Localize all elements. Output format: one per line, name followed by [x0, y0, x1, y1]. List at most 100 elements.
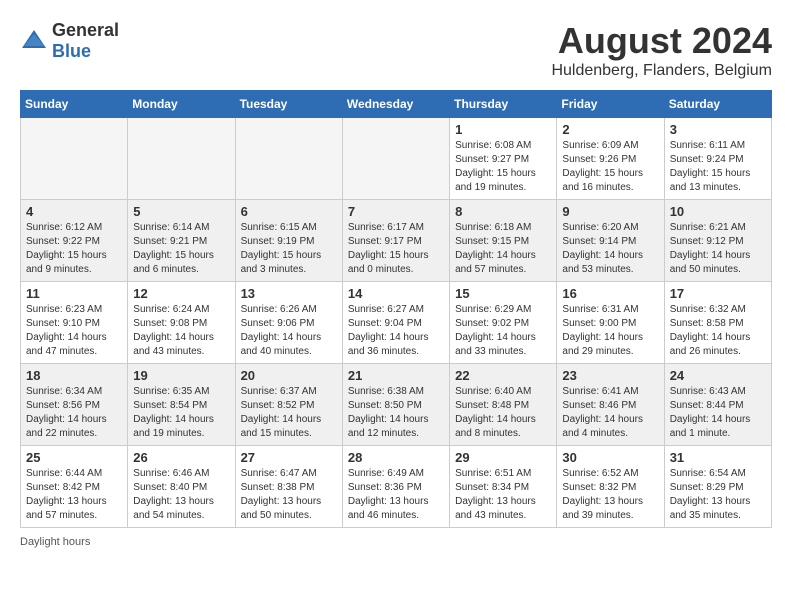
calendar-cell-8: 8 Sunrise: 6:18 AMSunset: 9:15 PMDaylight…: [450, 200, 557, 282]
day-info: Sunrise: 6:26 AMSunset: 9:06 PMDaylight:…: [241, 303, 337, 359]
day-number: 8: [455, 204, 551, 219]
day-number: 16: [562, 286, 658, 301]
calendar-cell-18: 18 Sunrise: 6:34 AMSunset: 8:56 PMDayligh…: [21, 364, 128, 446]
day-number: 27: [241, 450, 337, 465]
day-number: 17: [670, 286, 766, 301]
calendar-cell-1: 1 Sunrise: 6:08 AMSunset: 9:27 PMDaylight…: [450, 118, 557, 200]
header-sunday: Sunday: [21, 91, 128, 118]
day-number: 10: [670, 204, 766, 219]
day-info: Sunrise: 6:51 AMSunset: 8:34 PMDaylight:…: [455, 467, 551, 523]
day-info: Sunrise: 6:44 AMSunset: 8:42 PMDaylight:…: [26, 467, 122, 523]
day-info: Sunrise: 6:23 AMSunset: 9:10 PMDaylight:…: [26, 303, 122, 359]
calendar-cell-9: 9 Sunrise: 6:20 AMSunset: 9:14 PMDaylight…: [557, 200, 664, 282]
logo-general: General: [52, 20, 119, 40]
day-info: Sunrise: 6:09 AMSunset: 9:26 PMDaylight:…: [562, 139, 658, 195]
day-info: Sunrise: 6:12 AMSunset: 9:22 PMDaylight:…: [26, 221, 122, 277]
day-info: Sunrise: 6:32 AMSunset: 8:58 PMDaylight:…: [670, 303, 766, 359]
calendar-cell-empty: [128, 118, 235, 200]
calendar-cell-5: 5Sunrise: 6:14 AMSunset: 9:21 PMDaylight…: [128, 200, 235, 282]
day-number: 6: [241, 204, 337, 219]
calendar-cell-16: 16 Sunrise: 6:31 AMSunset: 9:00 PMDayligh…: [557, 282, 664, 364]
week-row-3: 11Sunrise: 6:23 AMSunset: 9:10 PMDayligh…: [21, 282, 772, 364]
calendar-cell-6: 6 Sunrise: 6:15 AMSunset: 9:19 PMDaylight…: [235, 200, 342, 282]
week-row-2: 4 Sunrise: 6:12 AMSunset: 9:22 PMDaylight…: [21, 200, 772, 282]
calendar-cell-11: 11Sunrise: 6:23 AMSunset: 9:10 PMDayligh…: [21, 282, 128, 364]
day-number: 4: [26, 204, 122, 219]
day-info: Sunrise: 6:47 AMSunset: 8:38 PMDaylight:…: [241, 467, 337, 523]
day-number: 31: [670, 450, 766, 465]
header-thursday: Thursday: [450, 91, 557, 118]
day-number: 9: [562, 204, 658, 219]
logo-text: General Blue: [52, 20, 119, 62]
day-info: Sunrise: 6:11 AMSunset: 9:24 PMDaylight:…: [670, 139, 766, 195]
header-monday: Monday: [128, 91, 235, 118]
day-number: 29: [455, 450, 551, 465]
calendar-cell-15: 15 Sunrise: 6:29 AMSunset: 9:02 PMDayligh…: [450, 282, 557, 364]
day-info: Sunrise: 6:20 AMSunset: 9:14 PMDaylight:…: [562, 221, 658, 277]
day-number: 19: [133, 368, 229, 383]
calendar-cell-12: 12Sunrise: 6:24 AMSunset: 9:08 PMDayligh…: [128, 282, 235, 364]
calendar-cell-30: 30Sunrise: 6:52 AMSunset: 8:32 PMDayligh…: [557, 446, 664, 528]
day-info: Sunrise: 6:54 AMSunset: 8:29 PMDaylight:…: [670, 467, 766, 523]
calendar-cell-19: 19Sunrise: 6:35 AMSunset: 8:54 PMDayligh…: [128, 364, 235, 446]
calendar-table: SundayMondayTuesdayWednesdayThursdayFrid…: [20, 90, 772, 528]
calendar-cell-17: 17 Sunrise: 6:32 AMSunset: 8:58 PMDayligh…: [664, 282, 771, 364]
calendar-cell-7: 7Sunrise: 6:17 AMSunset: 9:17 PMDaylight…: [342, 200, 449, 282]
calendar-cell-20: 20 Sunrise: 6:37 AMSunset: 8:52 PMDayligh…: [235, 364, 342, 446]
calendar-cell-empty: [21, 118, 128, 200]
day-info: Sunrise: 6:27 AMSunset: 9:04 PMDaylight:…: [348, 303, 444, 359]
day-number: 2: [562, 122, 658, 137]
day-number: 18: [26, 368, 122, 383]
calendar-cell-10: 10 Sunrise: 6:21 AMSunset: 9:12 PMDayligh…: [664, 200, 771, 282]
day-info: Sunrise: 6:34 AMSunset: 8:56 PMDaylight:…: [26, 385, 122, 441]
header-tuesday: Tuesday: [235, 91, 342, 118]
week-row-4: 18 Sunrise: 6:34 AMSunset: 8:56 PMDayligh…: [21, 364, 772, 446]
month-year-title: August 2024: [551, 20, 772, 62]
day-info: Sunrise: 6:40 AMSunset: 8:48 PMDaylight:…: [455, 385, 551, 441]
day-info: Sunrise: 6:31 AMSunset: 9:00 PMDaylight:…: [562, 303, 658, 359]
day-info: Sunrise: 6:18 AMSunset: 9:15 PMDaylight:…: [455, 221, 551, 277]
day-info: Sunrise: 6:43 AMSunset: 8:44 PMDaylight:…: [670, 385, 766, 441]
calendar-cell-26: 26 Sunrise: 6:46 AMSunset: 8:40 PMDayligh…: [128, 446, 235, 528]
calendar-cell-24: 24Sunrise: 6:43 AMSunset: 8:44 PMDayligh…: [664, 364, 771, 446]
header-friday: Friday: [557, 91, 664, 118]
day-number: 22: [455, 368, 551, 383]
day-info: Sunrise: 6:08 AMSunset: 9:27 PMDaylight:…: [455, 139, 551, 195]
calendar-cell-27: 27 Sunrise: 6:47 AMSunset: 8:38 PMDayligh…: [235, 446, 342, 528]
header-saturday: Saturday: [664, 91, 771, 118]
calendar-cell-22: 22 Sunrise: 6:40 AMSunset: 8:48 PMDayligh…: [450, 364, 557, 446]
header-wednesday: Wednesday: [342, 91, 449, 118]
day-info: Sunrise: 6:38 AMSunset: 8:50 PMDaylight:…: [348, 385, 444, 441]
day-number: 1: [455, 122, 551, 137]
title-area: August 2024 Huldenberg, Flanders, Belgiu…: [551, 20, 772, 80]
day-info: Sunrise: 6:41 AMSunset: 8:46 PMDaylight:…: [562, 385, 658, 441]
day-info: Sunrise: 6:21 AMSunset: 9:12 PMDaylight:…: [670, 221, 766, 277]
calendar-cell-21: 21 Sunrise: 6:38 AMSunset: 8:50 PMDayligh…: [342, 364, 449, 446]
logo-blue: Blue: [52, 41, 91, 61]
day-number: 5: [133, 204, 229, 219]
calendar-cell-4: 4 Sunrise: 6:12 AMSunset: 9:22 PMDaylight…: [21, 200, 128, 282]
day-number: 26: [133, 450, 229, 465]
day-number: 3: [670, 122, 766, 137]
calendar-cell-3: 3 Sunrise: 6:11 AMSunset: 9:24 PMDaylight…: [664, 118, 771, 200]
generalblue-logo-icon: [20, 28, 48, 50]
day-info: Sunrise: 6:52 AMSunset: 8:32 PMDaylight:…: [562, 467, 658, 523]
day-info: Sunrise: 6:17 AMSunset: 9:17 PMDaylight:…: [348, 221, 444, 277]
day-number: 13: [241, 286, 337, 301]
day-number: 20: [241, 368, 337, 383]
day-info: Sunrise: 6:24 AMSunset: 9:08 PMDaylight:…: [133, 303, 229, 359]
day-number: 21: [348, 368, 444, 383]
day-info: Sunrise: 6:46 AMSunset: 8:40 PMDaylight:…: [133, 467, 229, 523]
footer-daylight-label: Daylight hours: [20, 536, 772, 548]
day-info: Sunrise: 6:29 AMSunset: 9:02 PMDaylight:…: [455, 303, 551, 359]
calendar-cell-28: 28Sunrise: 6:49 AMSunset: 8:36 PMDayligh…: [342, 446, 449, 528]
calendar-header-row: SundayMondayTuesdayWednesdayThursdayFrid…: [21, 91, 772, 118]
day-info: Sunrise: 6:37 AMSunset: 8:52 PMDaylight:…: [241, 385, 337, 441]
logo: General Blue: [20, 20, 119, 62]
day-number: 15: [455, 286, 551, 301]
calendar-cell-29: 29 Sunrise: 6:51 AMSunset: 8:34 PMDayligh…: [450, 446, 557, 528]
calendar-cell-13: 13 Sunrise: 6:26 AMSunset: 9:06 PMDayligh…: [235, 282, 342, 364]
calendar-cell-25: 25 Sunrise: 6:44 AMSunset: 8:42 PMDayligh…: [21, 446, 128, 528]
day-number: 25: [26, 450, 122, 465]
day-info: Sunrise: 6:15 AMSunset: 9:19 PMDaylight:…: [241, 221, 337, 277]
